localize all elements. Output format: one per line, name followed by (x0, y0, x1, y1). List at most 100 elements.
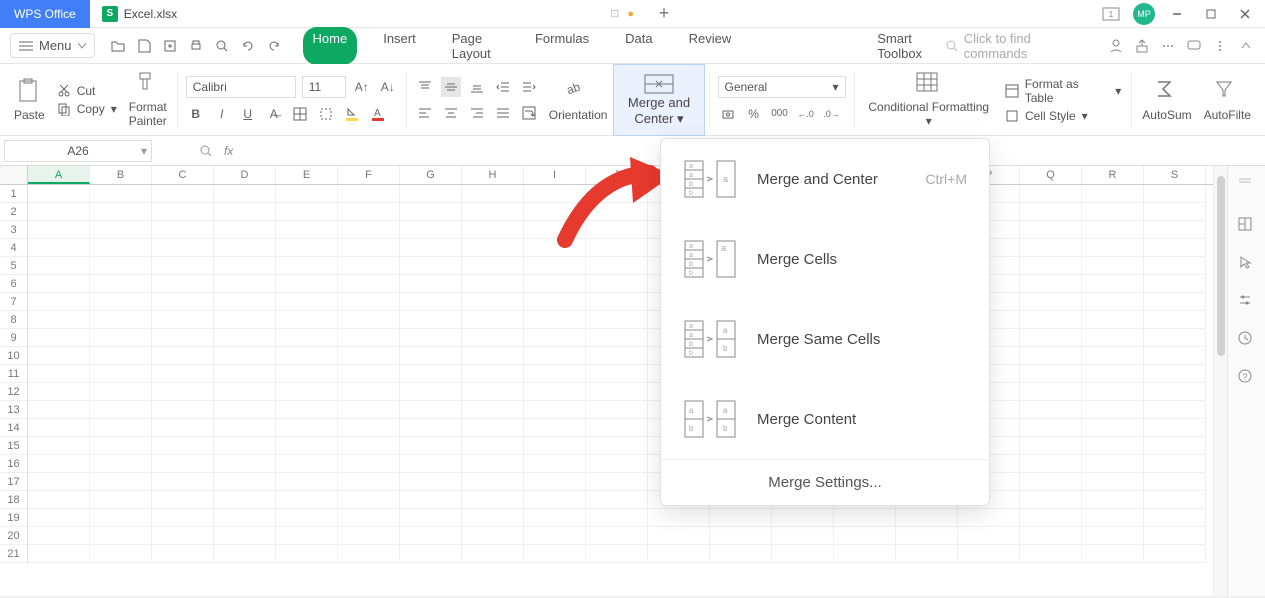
print-icon[interactable] (187, 37, 205, 55)
vertical-scrollbar[interactable] (1213, 166, 1227, 596)
align-left-icon[interactable] (415, 103, 435, 123)
row-header-11[interactable]: 11 (0, 365, 27, 383)
font-name-select[interactable]: Calibri (186, 76, 296, 98)
conditional-formatting-button[interactable]: Conditional Formatting ▾ (859, 71, 999, 127)
align-center-icon[interactable] (441, 103, 461, 123)
command-search[interactable]: Click to find commands (945, 31, 1087, 61)
merge-settings-item[interactable]: Merge Settings... (661, 460, 989, 505)
row-header-19[interactable]: 19 (0, 509, 27, 527)
share-icon[interactable] (1133, 37, 1151, 55)
close-button[interactable] (1233, 2, 1257, 26)
merge-and-center-item[interactable]: aabba Merge and Center Ctrl+M (661, 139, 989, 219)
merge-cells-item[interactable]: aabba Merge Cells (661, 219, 989, 299)
row-header-12[interactable]: 12 (0, 383, 27, 401)
cursor-icon[interactable] (1237, 254, 1257, 274)
row-header-4[interactable]: 4 (0, 239, 27, 257)
panel-layout-icon[interactable] (1237, 216, 1257, 236)
name-box[interactable]: A26 ▾ (4, 140, 152, 162)
export-icon[interactable] (161, 37, 179, 55)
redo-icon[interactable] (265, 37, 283, 55)
align-top-icon[interactable] (415, 77, 435, 97)
orientation-button[interactable]: ab Orientation (543, 78, 614, 122)
increase-font-icon[interactable]: A↑ (352, 77, 372, 97)
preview-icon[interactable] (213, 37, 231, 55)
increase-decimal-icon[interactable]: ←.0 (796, 104, 816, 124)
tab-insert[interactable]: Insert (373, 27, 426, 65)
increase-indent-icon[interactable] (519, 77, 539, 97)
row-header-8[interactable]: 8 (0, 311, 27, 329)
italic-icon[interactable]: I (212, 104, 232, 124)
row-header-17[interactable]: 17 (0, 473, 27, 491)
decrease-indent-icon[interactable] (493, 77, 513, 97)
comma-icon[interactable]: 000 (770, 104, 790, 124)
font-color-icon[interactable]: A (368, 104, 388, 124)
chat-icon[interactable] (1185, 37, 1203, 55)
tab-page-layout[interactable]: Page Layout (442, 27, 509, 65)
row-header-13[interactable]: 13 (0, 401, 27, 419)
row-header-7[interactable]: 7 (0, 293, 27, 311)
column-header-H[interactable]: H (462, 166, 524, 184)
paste-group[interactable]: Paste (8, 78, 51, 122)
font-size-select[interactable]: 11 (302, 76, 346, 98)
row-header-20[interactable]: 20 (0, 527, 27, 545)
wps-app-tab[interactable]: WPS Office (0, 0, 90, 28)
column-header-A[interactable]: A (28, 166, 90, 184)
options-icon[interactable] (1211, 37, 1229, 55)
merge-same-cells-item[interactable]: aabbab Merge Same Cells (661, 299, 989, 379)
open-icon[interactable] (109, 37, 127, 55)
help-icon[interactable]: ? (1237, 368, 1257, 388)
row-header-3[interactable]: 3 (0, 221, 27, 239)
minimize-button[interactable] (1165, 2, 1189, 26)
fill-color-icon[interactable] (342, 104, 362, 124)
currency-icon[interactable] (718, 104, 738, 124)
new-tab-button[interactable]: + (650, 3, 678, 24)
decrease-decimal-icon[interactable]: .0→ (822, 104, 842, 124)
tab-home[interactable]: Home (303, 27, 358, 65)
row-header-14[interactable]: 14 (0, 419, 27, 437)
format-painter-button[interactable]: Format Painter (123, 71, 173, 127)
collapse-ribbon-icon[interactable] (1237, 37, 1255, 55)
row-header-21[interactable]: 21 (0, 545, 27, 563)
merge-center-button[interactable]: Merge and Center ▾ (613, 64, 704, 136)
column-header-R[interactable]: R (1082, 166, 1144, 184)
wrap-text-icon[interactable] (519, 103, 539, 123)
column-header-G[interactable]: G (400, 166, 462, 184)
strikethrough-icon[interactable]: A̶ (264, 104, 284, 124)
percent-icon[interactable]: % (744, 104, 764, 124)
row-header-5[interactable]: 5 (0, 257, 27, 275)
align-bottom-icon[interactable] (467, 77, 487, 97)
copy-button[interactable]: Copy ▾ (57, 102, 117, 116)
save-icon[interactable] (135, 37, 153, 55)
row-header-2[interactable]: 2 (0, 203, 27, 221)
tab-review[interactable]: Review (679, 27, 742, 65)
autosum-button[interactable]: AutoSum (1136, 78, 1197, 122)
column-header-Q[interactable]: Q (1020, 166, 1082, 184)
tab-data[interactable]: Data (615, 27, 662, 65)
cell-style-button[interactable]: Cell Style ▾ (1005, 109, 1121, 123)
select-all-corner[interactable] (0, 166, 28, 185)
format-as-table-button[interactable]: Format as Table ▾ (1005, 77, 1121, 105)
align-middle-icon[interactable] (441, 77, 461, 97)
tab-formulas[interactable]: Formulas (525, 27, 599, 65)
user-account-icon[interactable] (1107, 37, 1125, 55)
cell-effect-icon[interactable] (316, 104, 336, 124)
window-layout-icon[interactable]: 1 (1099, 2, 1123, 26)
underline-icon[interactable]: U (238, 104, 258, 124)
align-right-icon[interactable] (467, 103, 487, 123)
bold-icon[interactable]: B (186, 104, 206, 124)
handle-icon[interactable] (1237, 178, 1257, 198)
document-tab[interactable]: S Excel.xlsx (90, 0, 189, 28)
justify-icon[interactable] (493, 103, 513, 123)
row-header-1[interactable]: 1 (0, 185, 27, 203)
undo-icon[interactable] (239, 37, 257, 55)
row-header-10[interactable]: 10 (0, 347, 27, 365)
autofilter-button[interactable]: AutoFilte (1198, 78, 1257, 122)
column-header-F[interactable]: F (338, 166, 400, 184)
main-menu-button[interactable]: Menu (10, 33, 95, 58)
decrease-font-icon[interactable]: A↓ (378, 77, 398, 97)
column-header-B[interactable]: B (90, 166, 152, 184)
number-format-select[interactable]: General▾ (718, 76, 846, 98)
merge-content-item[interactable]: abab Merge Content (661, 379, 989, 459)
fx-label[interactable]: fx (224, 144, 233, 158)
row-header-6[interactable]: 6 (0, 275, 27, 293)
